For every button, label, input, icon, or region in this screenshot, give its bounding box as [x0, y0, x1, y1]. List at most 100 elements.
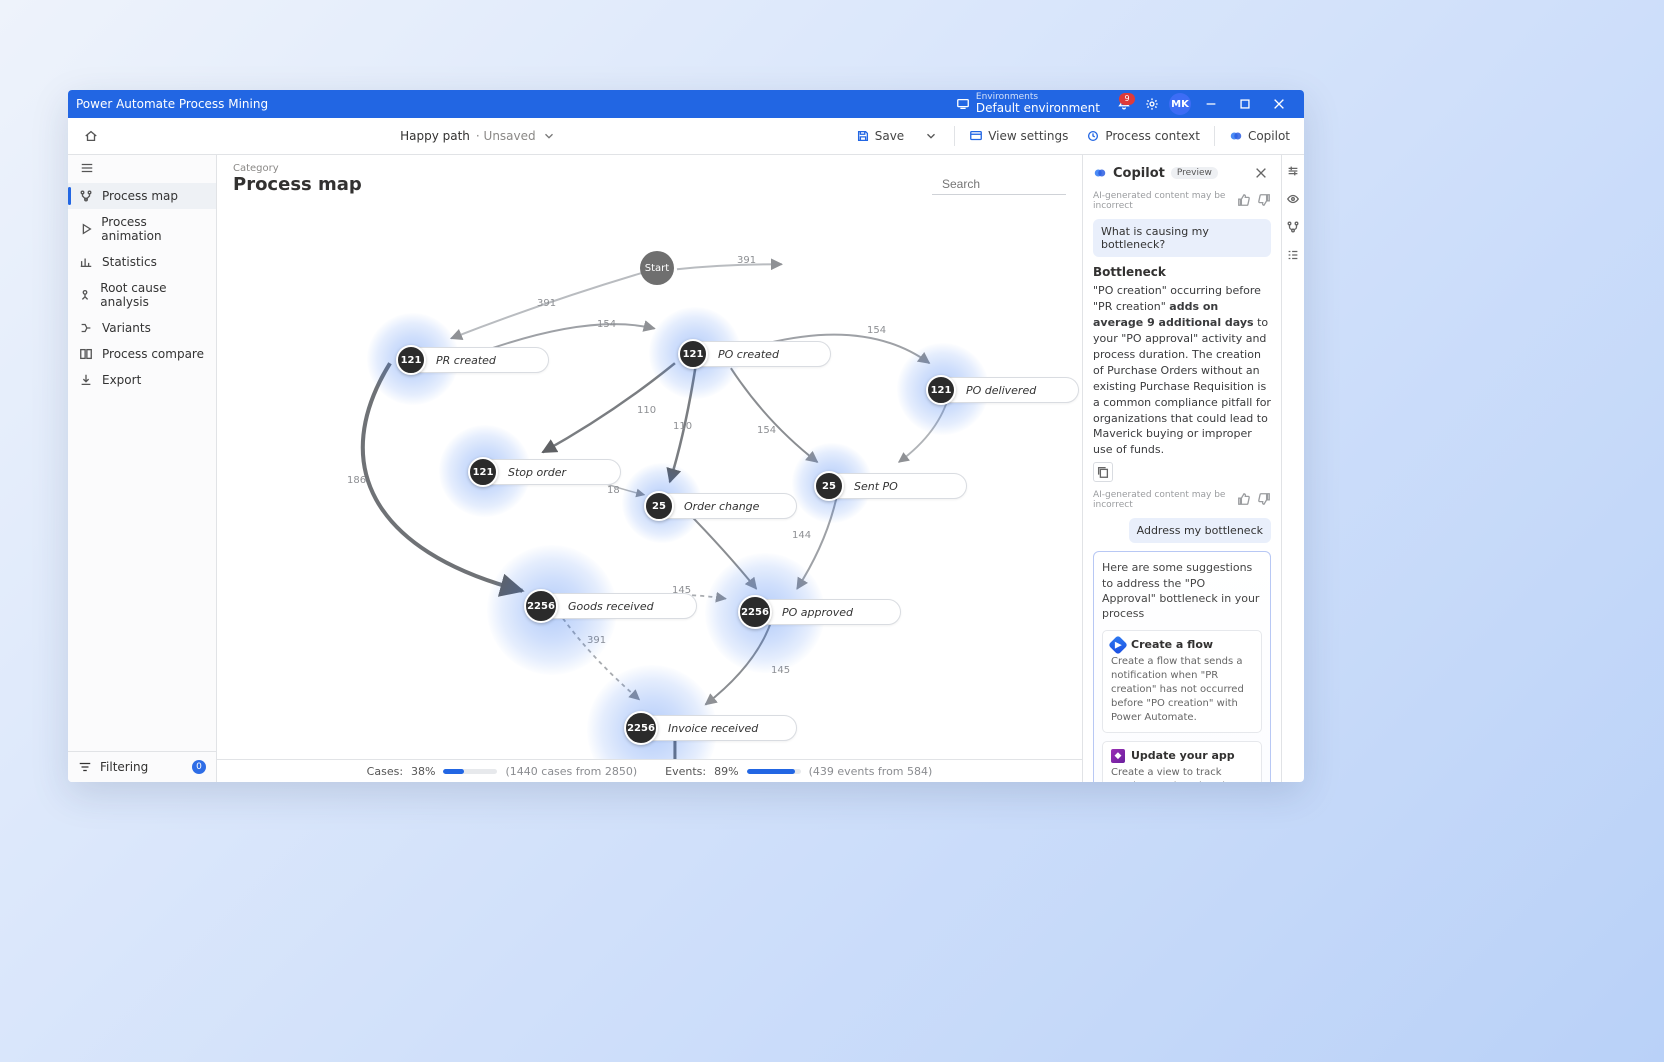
sidebar-item-process-compare[interactable]: Process compare	[68, 341, 216, 367]
app-window: Power Automate Process Mining Environmen…	[68, 90, 1304, 782]
node-label: Sent PO	[844, 480, 912, 493]
filter-icon	[78, 760, 92, 774]
events-label: Events:	[665, 765, 706, 778]
edge-label: 391	[737, 255, 756, 266]
node-po-approved[interactable]: 2256 PO approved	[739, 599, 901, 625]
compare-icon	[79, 347, 93, 361]
node-count: 121	[468, 457, 498, 487]
thumbs-down-icon	[1257, 492, 1271, 506]
process-canvas[interactable]: 391 391 154 154 110 110 154 18 186 145 1…	[217, 195, 1082, 759]
node-po-created[interactable]: 121 PO created	[679, 341, 831, 367]
sidebar-item-statistics[interactable]: Statistics	[68, 249, 216, 275]
rail-eye[interactable]	[1285, 191, 1301, 207]
edge-label: 391	[537, 298, 556, 309]
save-button[interactable]: Save	[848, 124, 912, 148]
command-bar: Happy path · Unsaved Save View settings …	[68, 118, 1304, 155]
events-note: (439 events from 584)	[809, 765, 933, 778]
suggestion-create-flow[interactable]: ▶Create a flow Create a flow that sends …	[1102, 630, 1262, 733]
env-name: Default environment	[976, 102, 1100, 115]
env-label: Environments	[976, 93, 1100, 102]
close-icon	[1272, 97, 1286, 111]
title-bar: Power Automate Process Mining Environmen…	[68, 90, 1304, 118]
node-label: Order change	[674, 500, 773, 513]
branch-icon	[1286, 220, 1300, 234]
sidebar-item-variants[interactable]: Variants	[68, 315, 216, 341]
save-icon	[856, 129, 870, 143]
copilot-close[interactable]	[1251, 163, 1271, 183]
thumbs-up[interactable]	[1237, 492, 1251, 509]
suggestion-lead: Here are some suggestions to address the…	[1102, 560, 1262, 622]
edge-label: 144	[792, 530, 811, 541]
node-pr-created[interactable]: 121 PR created	[397, 347, 549, 373]
suggestion-update-app[interactable]: ◆Update your app Create a view to track …	[1102, 741, 1262, 782]
node-goods-received[interactable]: 2256 Goods received	[525, 593, 697, 619]
sidebar-item-root-cause[interactable]: Root cause analysis	[68, 275, 216, 315]
sidebar-item-process-map[interactable]: Process map	[68, 183, 216, 209]
node-count: 2256	[738, 595, 772, 629]
hamburger-icon	[80, 161, 94, 175]
rail-list[interactable]	[1285, 247, 1301, 263]
notification-badge: 9	[1119, 93, 1135, 105]
stats-icon	[79, 255, 93, 269]
save-dropdown[interactable]	[914, 119, 948, 153]
events-pct: 89%	[714, 765, 738, 778]
sidebar-item-export[interactable]: Export	[68, 367, 216, 393]
node-count: 121	[678, 339, 708, 369]
copilot-icon	[1229, 129, 1243, 143]
thumbs-up-icon	[1237, 492, 1251, 506]
sidebar-item-process-animation[interactable]: Process animation	[68, 209, 216, 249]
document-title[interactable]: Happy path · Unsaved	[108, 129, 848, 143]
node-po-delivered[interactable]: 121 PO delivered	[927, 377, 1079, 403]
edge-label: 154	[867, 325, 886, 336]
category-label: Category	[233, 163, 362, 174]
maximize-button[interactable]	[1228, 90, 1262, 118]
rootcause-icon	[78, 288, 92, 302]
node-stop-order[interactable]: 121 Stop order	[469, 459, 621, 485]
thumbs-down[interactable]	[1257, 193, 1271, 210]
environment-picker[interactable]: Environments Default environment	[956, 93, 1100, 115]
thumbs-up[interactable]	[1237, 193, 1251, 210]
edge-label: 154	[757, 425, 776, 436]
export-icon	[79, 373, 93, 387]
home-icon	[84, 129, 98, 143]
close-button[interactable]	[1262, 90, 1296, 118]
settings-button[interactable]	[1138, 90, 1166, 118]
rail-branch[interactable]	[1285, 219, 1301, 235]
filtering-button[interactable]: Filtering 0	[68, 751, 216, 782]
page-title: Process map	[233, 174, 362, 195]
node-label: Goods received	[558, 600, 668, 613]
copilot-toggle[interactable]: Copilot	[1221, 124, 1298, 148]
view-icon	[969, 129, 983, 143]
minimize-icon	[1204, 97, 1218, 111]
account-button[interactable]: MK	[1166, 90, 1194, 118]
node-sent-po[interactable]: 25 Sent PO	[815, 473, 967, 499]
node-order-change[interactable]: 25 Order change	[645, 493, 797, 519]
minimize-button[interactable]	[1194, 90, 1228, 118]
process-context-button[interactable]: Process context	[1078, 124, 1208, 148]
node-label: PO created	[708, 348, 793, 361]
footer-stats: Cases: 38% (1440 cases from 2850) Events…	[217, 759, 1082, 782]
start-node[interactable]: Start	[640, 251, 674, 285]
copy-button[interactable]	[1093, 462, 1113, 482]
sidebar-toggle[interactable]	[76, 157, 98, 179]
search-field[interactable]	[932, 174, 1066, 195]
thumbs-down[interactable]	[1257, 492, 1271, 509]
context-icon	[1086, 129, 1100, 143]
node-count: 121	[396, 345, 426, 375]
rail-sliders[interactable]	[1285, 163, 1301, 179]
main-content: Category Process map	[217, 155, 1082, 782]
ai-note: AI-generated content may be incorrect	[1093, 490, 1231, 510]
sliders-icon	[1286, 164, 1300, 178]
edge-label: 110	[637, 405, 656, 416]
edge-label: 18	[607, 485, 620, 496]
search-input[interactable]	[940, 176, 1099, 192]
home-button[interactable]	[74, 119, 108, 153]
chevron-down-icon	[542, 129, 556, 143]
node-invoice-received[interactable]: 2256 Invoice received	[625, 715, 797, 741]
node-count: 121	[926, 375, 956, 405]
view-settings-button[interactable]: View settings	[961, 124, 1076, 148]
node-count: 25	[814, 471, 844, 501]
ai-note: AI-generated content may be incorrect	[1093, 191, 1231, 211]
doc-name: Happy path	[400, 129, 470, 143]
notifications-button[interactable]: 9	[1110, 90, 1138, 118]
